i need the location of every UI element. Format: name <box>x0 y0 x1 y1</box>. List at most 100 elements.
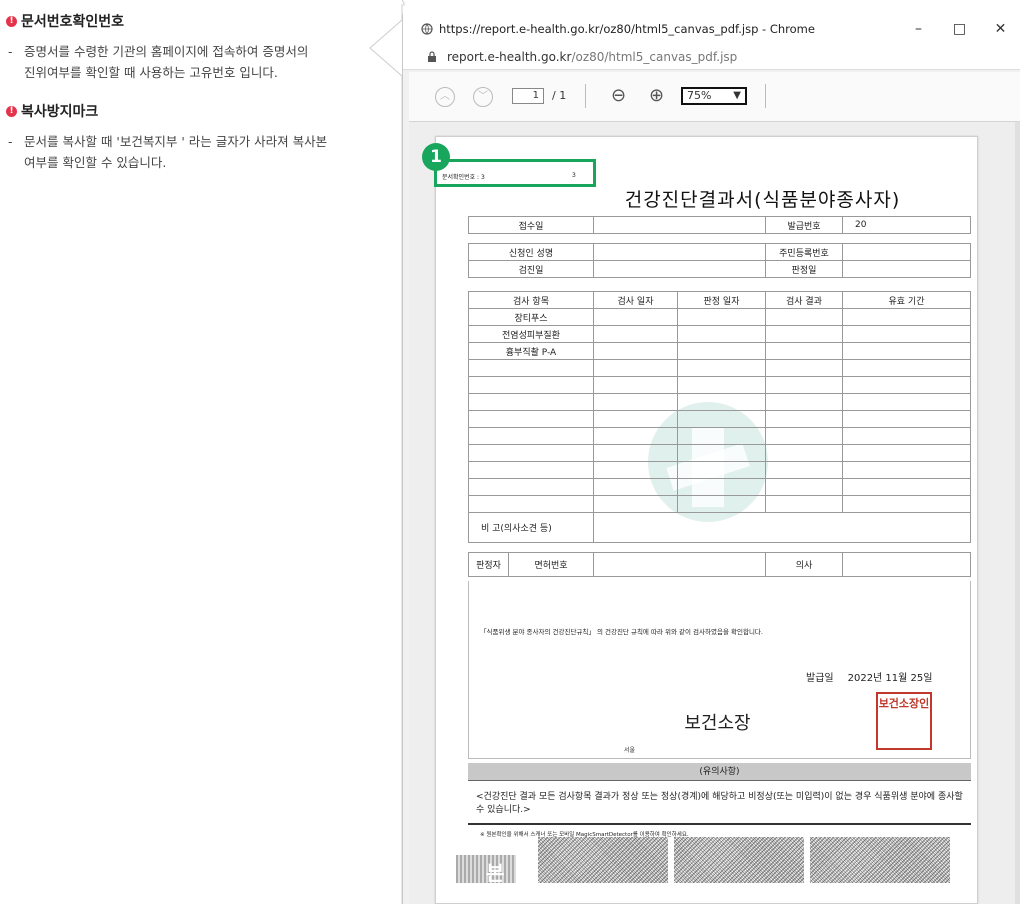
notes-header: (유의사항) <box>468 763 971 781</box>
section-doc-number-title: ! 문서번호확인번호 <box>6 11 124 31</box>
exam-item: 장티푸스 <box>468 308 594 326</box>
zoom-out-button[interactable]: ⊖ <box>611 85 626 106</box>
table-row <box>468 495 971 513</box>
section-doc-number-desc: - 증명서를 수령한 기관의 홈페이지에 접속하여 증명서의 진위여부를 확인할… <box>8 41 364 83</box>
address-bar[interactable]: report.e-health.go.kr/oz80/html5_canvas_… <box>403 44 1020 70</box>
issue-date-value: 2022년 11월 25일 <box>847 673 933 684</box>
barcode-image <box>674 837 804 883</box>
column-header: 검사 결과 <box>765 291 843 309</box>
barcode-image <box>810 837 950 883</box>
exam-table: 검사 항목 검사 일자 판정 일자 검사 결과 유효 기간 장티푸스 전염성피부… <box>468 291 971 543</box>
pdf-viewer: ︿ ﹀ 1 / 1 ⊖ ⊕ 75% ▼ 문서확인번호 : 3 3 1 건강진단결과… <box>409 72 1020 904</box>
chevron-down-icon: ▼ <box>733 90 741 101</box>
browser-window: https://report.e-health.go.kr/oz80/html5… <box>402 14 1020 904</box>
cell-label: 의사 <box>765 552 843 577</box>
window-title: https://report.e-health.go.kr/oz80/html5… <box>439 22 815 36</box>
column-header: 검사 항목 <box>468 291 594 309</box>
issue-date: 발급일 2022년 11월 25일 <box>806 669 932 684</box>
cell-value <box>593 260 766 278</box>
cell-value <box>842 260 971 278</box>
notes-body: <건강진단 결과 모든 검사항목 결과가 정상 또는 정상(경계)에 해당하고 … <box>476 792 963 815</box>
toolbar-divider <box>585 84 586 108</box>
section-title-text: 복사방지마크 <box>21 104 99 120</box>
cell-label: 판정일 <box>765 260 843 278</box>
callout-pointer <box>369 0 405 904</box>
confirmation-text: 「식품위생 분야 종사자의 건강진단규칙」 의 건강진단 규칙에 따라 위와 같… <box>480 628 763 636</box>
copy-protection-barcodes: 본 <box>456 837 971 885</box>
cell-label: 주민등록번호 <box>765 243 843 261</box>
page-number-input[interactable]: 1 <box>512 88 544 104</box>
info-table-2: 신청인 성명 주민등록번호 검진일 판정일 <box>468 243 971 278</box>
zoom-in-button[interactable]: ⊕ <box>649 85 664 106</box>
title-bar: https://report.e-health.go.kr/oz80/html5… <box>403 14 1020 44</box>
document-title: 건강진단결과서(식품분야종사자) <box>624 189 901 211</box>
cell-label: 발급번호 <box>765 216 843 234</box>
table-row <box>468 393 971 411</box>
exam-item: 흉부직촬 P-A <box>468 342 594 360</box>
section-copy-mark-title: ! 복사방지마크 <box>6 101 98 121</box>
desc-line: 문서를 복사할 때 '보건복지부 ' 라는 글자가 사라져 복사본 <box>24 134 328 149</box>
cell-value <box>593 552 766 577</box>
exam-item: 전염성피부질환 <box>468 325 594 343</box>
cell-value <box>842 552 971 577</box>
section-title-text: 문서번호확인번호 <box>21 14 125 30</box>
table-row: 흉부직촬 P-A <box>468 342 971 360</box>
lock-icon <box>428 51 436 62</box>
desc-line: 진위여부를 확인할 때 사용하는 고유번호 입니다. <box>24 65 278 80</box>
table-row <box>468 427 971 445</box>
url-host: report.e-health.go.kr <box>447 49 572 64</box>
cell-label: 검진일 <box>468 260 594 278</box>
warning-icon: ! <box>6 15 17 27</box>
desc-line: 증명서를 수령한 기관의 홈페이지에 접속하여 증명서의 <box>24 44 309 59</box>
toolbar-divider <box>765 84 766 108</box>
highlight-box <box>434 159 596 187</box>
next-page-button[interactable]: ﹀ <box>473 87 493 107</box>
issuer-city: 서울 <box>624 747 636 754</box>
number-badge: 1 <box>422 143 450 171</box>
column-header: 유효 기간 <box>842 291 971 309</box>
table-row <box>468 444 971 462</box>
table-row: 장티푸스 <box>468 308 971 326</box>
close-button[interactable]: ✕ <box>980 14 1020 44</box>
original-mark-text: 본 <box>486 861 505 885</box>
cell-label: 판정자 <box>468 552 509 577</box>
desc-line: 여부를 확인할 수 있습니다. <box>24 155 167 170</box>
table-row <box>468 478 971 496</box>
table-row: 전염성피부질환 <box>468 325 971 343</box>
remarks-label: 비 고(의사소견 등) <box>468 512 594 543</box>
cell-value <box>593 243 766 261</box>
url-text: report.e-health.go.kr/oz80/html5_canvas_… <box>447 50 737 64</box>
scrollbar[interactable] <box>1015 122 1020 904</box>
judge-table: 판정자 면허번호 의사 <box>468 552 971 577</box>
divider <box>468 823 971 825</box>
prev-page-button[interactable]: ︿ <box>435 87 455 107</box>
document-page: 문서확인번호 : 3 3 1 건강진단결과서(식품분야종사자) 접수일 발급번호… <box>422 136 978 904</box>
cell-label: 신청인 성명 <box>468 243 594 261</box>
issue-label: 발급일 <box>806 673 834 684</box>
table-row <box>468 461 971 479</box>
zoom-value: 75% <box>687 89 712 102</box>
warning-icon: ! <box>6 105 17 117</box>
table-row <box>468 359 971 377</box>
column-header: 검사 일자 <box>593 291 678 309</box>
cell-label: 접수일 <box>468 216 594 234</box>
cell-label: 면허번호 <box>508 552 594 577</box>
url-path: /oz80/html5_canvas_pdf.jsp <box>571 49 738 64</box>
section-copy-mark-desc: - 문서를 복사할 때 '보건복지부 ' 라는 글자가 사라져 복사본 여부를 … <box>8 131 364 173</box>
official-seal: 보건소장인 <box>876 692 932 750</box>
zoom-select[interactable]: 75% ▼ <box>681 87 747 105</box>
remarks-value <box>593 512 971 543</box>
globe-icon <box>421 23 433 35</box>
info-table-1: 접수일 발급번호 20 <box>468 216 971 234</box>
cell-value: 20 <box>842 216 971 234</box>
viewer-toolbar: ︿ ﹀ 1 / 1 ⊖ ⊕ 75% ▼ <box>409 72 1020 122</box>
table-row <box>468 376 971 394</box>
original-mark: 본 <box>456 855 516 885</box>
minimize-button[interactable]: – <box>898 14 939 44</box>
maximize-button[interactable]: □ <box>939 14 980 44</box>
column-header: 판정 일자 <box>677 291 766 309</box>
cell-value <box>593 216 766 234</box>
cell-value <box>842 243 971 261</box>
page-total: / 1 <box>552 89 567 102</box>
table-row <box>468 410 971 428</box>
